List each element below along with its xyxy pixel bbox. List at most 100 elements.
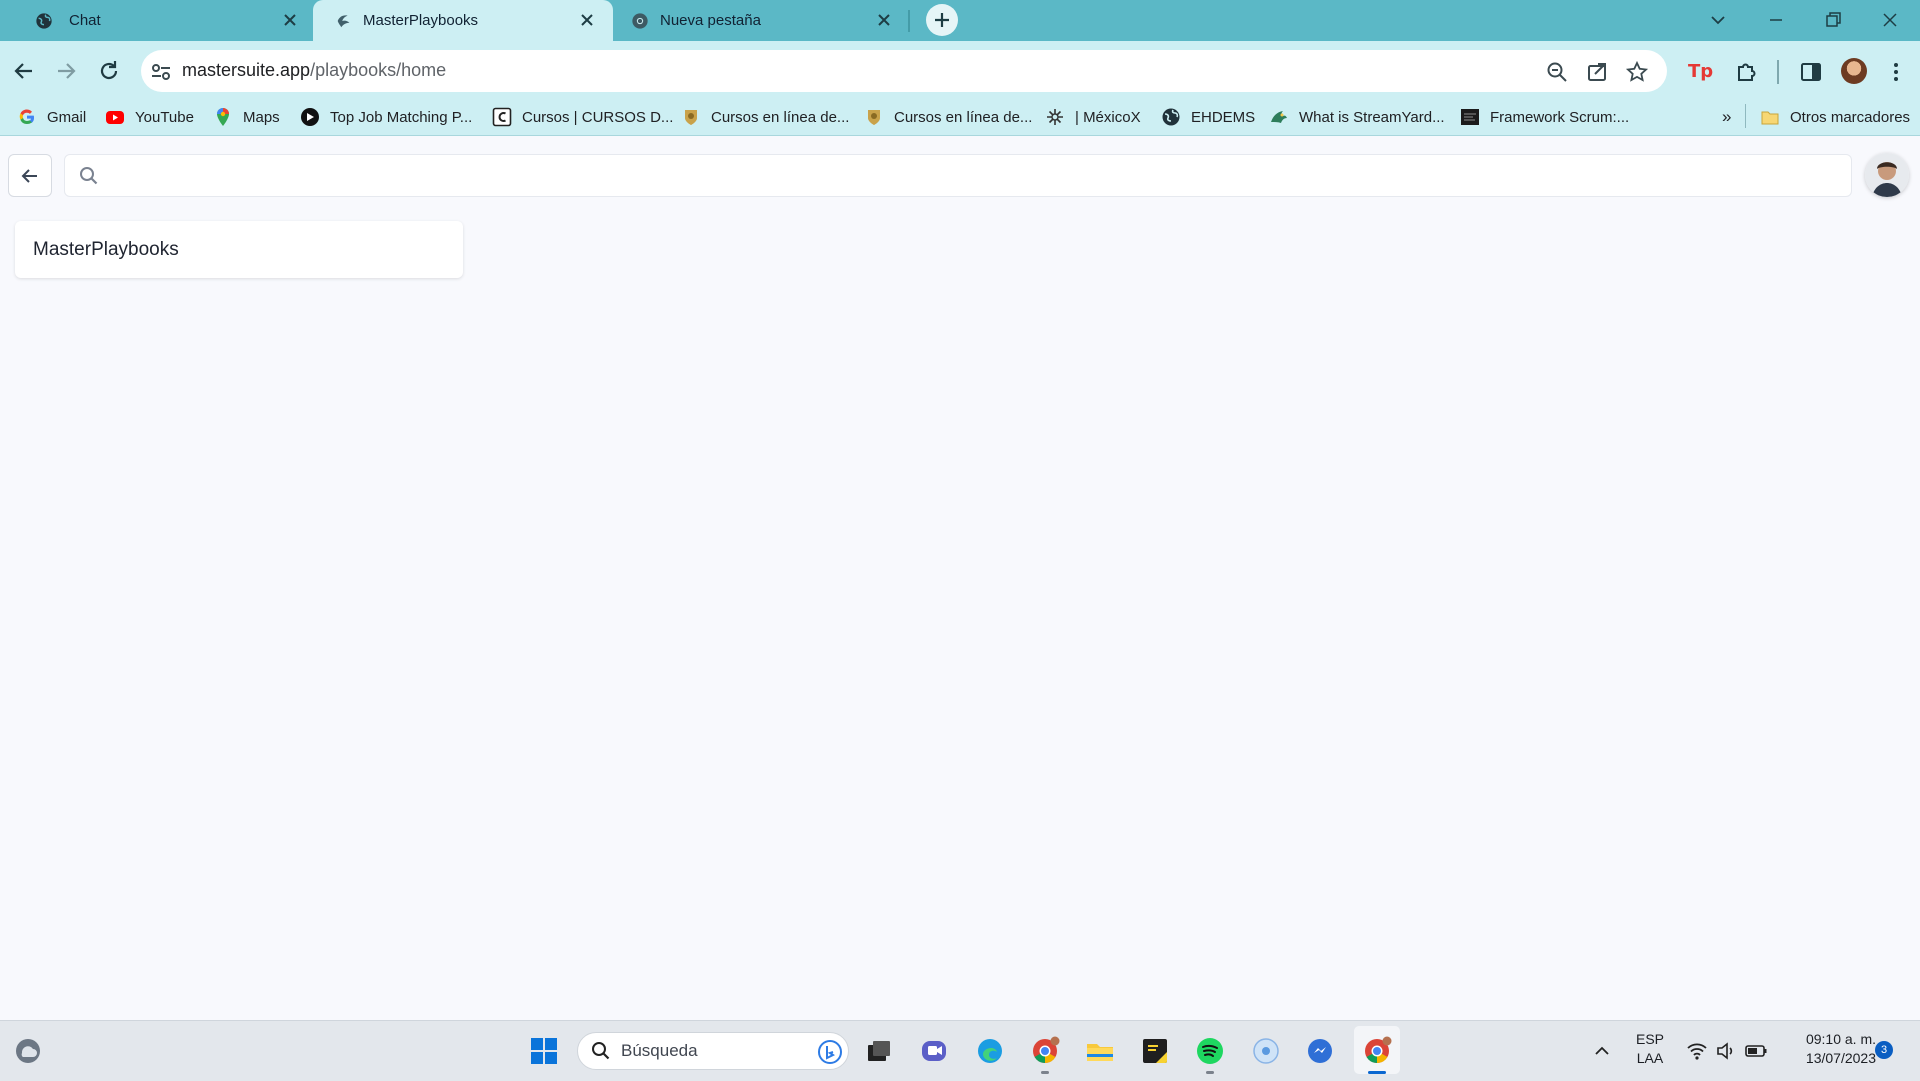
bookmark-label: Cursos en línea de... [894, 108, 1033, 126]
sticky-notes-icon[interactable] [1140, 1036, 1170, 1066]
bookmark-label: | MéxicoX [1075, 108, 1141, 126]
task-view-icon[interactable] [864, 1036, 894, 1066]
minimize-icon[interactable] [1764, 8, 1788, 32]
folder-icon [1761, 111, 1779, 125]
chrome-active-icon[interactable] [1362, 1036, 1392, 1066]
bookmark-streamyard[interactable]: What is StreamYard... [1269, 106, 1445, 128]
bookmark-cursos[interactable]: Cursos | CURSOS D... [492, 106, 673, 128]
weather-widget-icon[interactable] [13, 1036, 43, 1066]
streamyard-icon [1271, 111, 1287, 123]
avatar[interactable] [1865, 153, 1909, 197]
bookmark-framework-scrum[interactable]: Framework Scrum:... [1460, 106, 1629, 128]
close-icon[interactable] [875, 11, 893, 29]
cortana-circle-icon[interactable] [1251, 1036, 1281, 1066]
toolbar-divider [1777, 60, 1779, 84]
tab-masterplaybooks[interactable]: MasterPlaybooks [313, 0, 613, 41]
bookmarks-overflow-button[interactable]: » [1722, 106, 1731, 128]
bookmark-maps[interactable]: Maps [213, 106, 280, 128]
share-icon[interactable] [1585, 60, 1609, 84]
url-text[interactable]: mastersuite.app/playbooks/home [182, 60, 446, 81]
site-info-icon[interactable] [150, 62, 172, 82]
search-input[interactable] [113, 155, 1837, 198]
taskbar-search[interactable] [577, 1032, 849, 1070]
jobs-icon [301, 108, 319, 126]
taskbar-search-label: Búsqueda [621, 1041, 698, 1060]
bookmark-youtube[interactable]: YouTube [105, 106, 194, 128]
profile-avatar[interactable] [1841, 58, 1867, 84]
edge-icon[interactable] [975, 1036, 1005, 1066]
bookmark-mexicox[interactable]: | MéxicoX [1045, 106, 1141, 128]
bookmark-label: Cursos | CURSOS D... [522, 108, 674, 126]
cursos-icon [492, 107, 512, 127]
search-bar [64, 154, 1852, 198]
zoom-icon[interactable] [1545, 60, 1569, 84]
bookmark-label: Gmail [47, 108, 87, 126]
language-line-2: LAA [1636, 1050, 1664, 1066]
tab-title: Chat [69, 12, 101, 29]
volume-icon[interactable] [1715, 1041, 1737, 1061]
bookmark-other-folder[interactable]: Otros marcadores [1760, 106, 1910, 128]
teams-chat-icon[interactable] [919, 1036, 949, 1066]
maps-pin-icon [217, 108, 229, 126]
search-icon [80, 167, 98, 185]
chevron-up-icon[interactable] [1591, 1040, 1613, 1062]
tab-nueva-pestana[interactable]: Nueva pestaña [613, 0, 903, 41]
globe-icon [1162, 108, 1180, 126]
language-indicator[interactable]: ESP LAA [1630, 1031, 1670, 1066]
menu-kebab-icon[interactable] [1885, 60, 1907, 84]
globe-icon [36, 13, 52, 29]
reload-icon[interactable] [96, 58, 122, 84]
bookmark-ehdems[interactable]: EHDEMS [1161, 106, 1255, 128]
scrum-icon [1461, 109, 1479, 125]
bookmark-cursos-en-linea-1[interactable]: Cursos en línea de... [681, 106, 849, 128]
google-icon [19, 109, 35, 125]
card-title: MasterPlaybooks [33, 239, 179, 260]
wifi-icon[interactable] [1686, 1041, 1708, 1061]
windows-start-icon[interactable] [529, 1036, 559, 1066]
bookmark-top-job[interactable]: Top Job Matching P... [300, 106, 472, 128]
extension-tp-icon[interactable]: Tp [1688, 61, 1713, 82]
bookmark-star-icon[interactable] [1625, 60, 1649, 84]
running-indicator [1206, 1071, 1214, 1074]
battery-icon[interactable] [1744, 1041, 1768, 1061]
bing-icon[interactable] [817, 1039, 843, 1065]
clock-time: 09:10 a. m. [1805, 1031, 1876, 1047]
tab-chat[interactable]: Chat [0, 0, 310, 41]
bookmark-label: Cursos en línea de... [711, 108, 850, 126]
close-icon[interactable] [578, 11, 596, 29]
side-panel-icon[interactable] [1799, 61, 1823, 83]
close-icon[interactable] [281, 11, 299, 29]
close-window-icon[interactable] [1878, 8, 1902, 32]
messenger-icon[interactable] [1305, 1036, 1335, 1066]
user-photo-icon [1865, 153, 1909, 197]
search-icon [592, 1042, 610, 1060]
bookmark-label: EHDEMS [1191, 108, 1256, 126]
clock-date: 13/07/2023 [1805, 1050, 1876, 1066]
bookmarks-divider [1745, 104, 1746, 128]
bookmark-label: Framework Scrum:... [1490, 108, 1630, 126]
bookmark-label: Otros marcadores [1790, 108, 1911, 126]
spotify-icon[interactable] [1195, 1036, 1225, 1066]
back-arrow-icon[interactable] [11, 58, 37, 84]
extensions-puzzle-icon[interactable] [1734, 58, 1760, 84]
chrome-profile-icon[interactable] [1030, 1036, 1060, 1066]
playbook-card[interactable]: MasterPlaybooks [15, 221, 463, 278]
bookmark-cursos-en-linea-2[interactable]: Cursos en línea de... [864, 106, 1032, 128]
masterplaybooks-icon [337, 15, 350, 28]
arrow-left-icon [21, 168, 37, 183]
plus-icon [935, 13, 949, 27]
new-tab-button[interactable] [926, 4, 958, 36]
file-explorer-icon[interactable] [1085, 1036, 1115, 1066]
tab-separator [908, 10, 910, 32]
running-indicator [1041, 1071, 1049, 1074]
notification-badge[interactable]: 3 [1875, 1041, 1893, 1059]
restore-icon[interactable] [1821, 8, 1845, 32]
back-button[interactable] [8, 154, 52, 197]
bookmark-label: Maps [243, 108, 280, 126]
tab-search-chevron-icon[interactable] [1706, 8, 1730, 32]
forward-arrow-icon[interactable] [53, 58, 79, 84]
tab-title: Nueva pestaña [660, 12, 761, 29]
unam-icon [685, 110, 697, 125]
clock[interactable]: 09:10 a. m. 13/07/2023 [1782, 1031, 1876, 1066]
bookmark-gmail[interactable]: Gmail [17, 106, 86, 128]
